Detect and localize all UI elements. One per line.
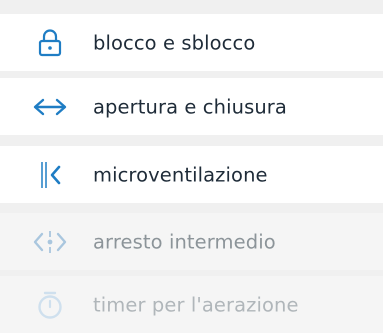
menu-item-label: blocco e sblocco — [93, 31, 256, 54]
menu-item-label: apertura e chiusura — [93, 95, 287, 118]
intermediate-stop-icon — [32, 224, 68, 260]
menu-item-label: arresto intermedio — [93, 230, 276, 253]
menu-item-label: microventilazione — [93, 163, 268, 186]
open-close-arrows-icon — [32, 89, 68, 125]
lock-icon — [32, 25, 68, 61]
timer-icon — [32, 287, 68, 323]
menu-item-label: timer per l'aerazione — [93, 293, 299, 316]
micro-ventilation-icon — [32, 157, 68, 193]
menu-item-ventilation-timer[interactable]: timer per l'aerazione — [0, 276, 383, 333]
menu-item-intermediate-stop[interactable]: arresto intermedio — [0, 213, 383, 270]
menu-item-lock-unlock[interactable]: blocco e sblocco — [0, 14, 383, 71]
menu-item-micro-ventilation[interactable]: microventilazione — [0, 146, 383, 203]
window-operation-menu: blocco e sblocco apertura e chiusura mic… — [0, 0, 383, 333]
menu-item-open-close[interactable]: apertura e chiusura — [0, 78, 383, 135]
